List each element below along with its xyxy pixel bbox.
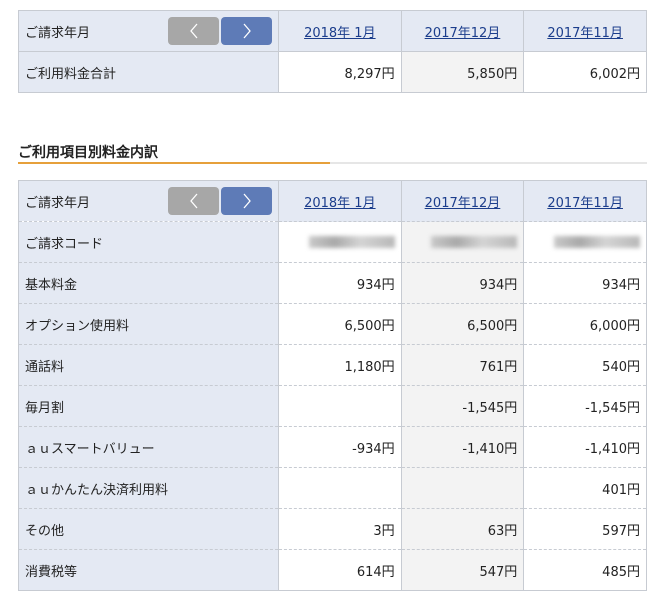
chevron-right-icon (243, 193, 251, 209)
row-label: 通話料 (18, 344, 279, 386)
cell-value: -1,545円 (523, 385, 647, 427)
cell-value: 401円 (523, 467, 647, 509)
month-link-2017-11[interactable]: 2017年11月 (547, 196, 623, 211)
next-month-button[interactable] (221, 187, 272, 215)
billing-month-header: ご請求年月 (18, 180, 279, 222)
month-col-1: 2018年 1月 (278, 10, 402, 52)
cell-value (400, 467, 525, 509)
table-row: オプション使用料 6,500円 6,500円 6,000円 (18, 303, 647, 345)
row-label: その他 (18, 508, 279, 550)
cell-value: 614円 (278, 549, 402, 591)
month-col-3: 2017年11月 (523, 10, 647, 52)
cell-value: 63円 (400, 508, 525, 550)
month-link-2018-01[interactable]: 2018年 1月 (304, 26, 376, 41)
row-label: 消費税等 (18, 549, 279, 591)
table-row: ａｕスマートバリュー -934円 -1,410円 -1,410円 (18, 426, 647, 468)
cell-value: 934円 (400, 262, 525, 304)
cell-value: 485円 (523, 549, 647, 591)
table-row: ａｕかんたん決済利用料 401円 (18, 467, 647, 509)
billing-month-label: ご請求年月 (25, 195, 91, 211)
cell-value: 1,180円 (278, 344, 402, 386)
cell-value: -1,410円 (523, 426, 647, 468)
prev-month-button[interactable] (168, 17, 219, 45)
table-row: 消費税等 614円 547円 485円 (18, 549, 647, 591)
billing-code-row: ご請求コード (18, 221, 647, 263)
billing-code-redacted (400, 221, 525, 263)
billing-month-header: ご請求年月 (18, 10, 279, 52)
billing-code-redacted (278, 221, 402, 263)
month-link-2017-12[interactable]: 2017年12月 (425, 196, 501, 211)
table-row: 毎月割 -1,545円 -1,545円 (18, 385, 647, 427)
next-month-button[interactable] (221, 17, 272, 45)
month-link-2018-01[interactable]: 2018年 1月 (304, 196, 376, 211)
total-value: 6,002円 (523, 51, 647, 93)
breakdown-table: ご請求年月 2018年 1月 2017年12月 2017年11月 ご請求コード … (18, 180, 647, 591)
summary-table: ご請求年月 2018年 1月 2017年12月 2017年11月 ご利用料金合計… (18, 10, 647, 93)
month-link-2017-11[interactable]: 2017年11月 (547, 26, 623, 41)
cell-value: 3円 (278, 508, 402, 550)
section-title: ご利用項目別料金内訳 (18, 145, 158, 161)
redacted-blur (308, 236, 395, 248)
cell-value (278, 467, 402, 509)
month-nav (168, 187, 272, 215)
chevron-left-icon (189, 193, 197, 209)
cell-value: 540円 (523, 344, 647, 386)
cell-value: 597円 (523, 508, 647, 550)
cell-value: 934円 (523, 262, 647, 304)
chevron-left-icon (189, 23, 197, 39)
billing-code-redacted (523, 221, 647, 263)
redacted-blur (431, 236, 518, 248)
cell-value: 6,000円 (523, 303, 647, 345)
summary-header-row: ご請求年月 2018年 1月 2017年12月 2017年11月 (18, 10, 647, 52)
month-col-1: 2018年 1月 (278, 180, 402, 222)
cell-value: 934円 (278, 262, 402, 304)
breakdown-header-row: ご請求年月 2018年 1月 2017年12月 2017年11月 (18, 180, 647, 222)
month-link-2017-12[interactable]: 2017年12月 (425, 26, 501, 41)
cell-value: 547円 (400, 549, 525, 591)
table-row: 通話料 1,180円 761円 540円 (18, 344, 647, 386)
month-col-2: 2017年12月 (400, 10, 525, 52)
section-accent-line (18, 162, 330, 164)
redacted-blur (554, 236, 640, 248)
cell-value: -934円 (278, 426, 402, 468)
cell-value: 6,500円 (278, 303, 402, 345)
month-col-2: 2017年12月 (400, 180, 525, 222)
cell-value: 6,500円 (400, 303, 525, 345)
cell-value: -1,545円 (400, 385, 525, 427)
row-label: オプション使用料 (18, 303, 279, 345)
billing-code-label: ご請求コード (18, 221, 279, 263)
table-row: 基本料金 934円 934円 934円 (18, 262, 647, 304)
row-label: 毎月割 (18, 385, 279, 427)
month-nav (168, 17, 272, 45)
total-value: 8,297円 (278, 51, 402, 93)
row-label: 基本料金 (18, 262, 279, 304)
prev-month-button[interactable] (168, 187, 219, 215)
billing-month-label: ご請求年月 (25, 25, 91, 41)
chevron-right-icon (243, 23, 251, 39)
total-label: ご利用料金合計 (18, 51, 279, 93)
month-col-3: 2017年11月 (523, 180, 647, 222)
cell-value (278, 385, 402, 427)
cell-value: 761円 (400, 344, 525, 386)
row-label: ａｕかんたん決済利用料 (18, 467, 279, 509)
cell-value: -1,410円 (400, 426, 525, 468)
total-value: 5,850円 (400, 51, 525, 93)
total-row: ご利用料金合計 8,297円 5,850円 6,002円 (18, 51, 647, 93)
table-row: その他 3円 63円 597円 (18, 508, 647, 550)
row-label: ａｕスマートバリュー (18, 426, 279, 468)
